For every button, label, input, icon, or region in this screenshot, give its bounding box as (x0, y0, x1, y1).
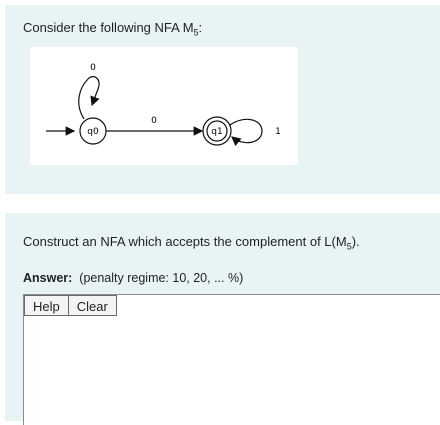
edge-q0-q1-label: 0 (151, 116, 157, 126)
clear-button[interactable]: Clear (68, 295, 117, 316)
q0-loop-label: 0 (90, 63, 96, 73)
state-q0-label: q0 (87, 127, 99, 137)
help-button[interactable]: Help (24, 295, 69, 316)
editor-toolbar: Help Clear (24, 295, 117, 316)
nfa-diagram: 0 q0 0 q1 1 (30, 47, 298, 165)
answer-editor[interactable]: Help Clear (23, 294, 440, 425)
answer-panel: Construct an NFA which accepts the compl… (5, 213, 440, 425)
construct-text-suffix: ). (351, 234, 360, 249)
answer-label: Answer: (23, 271, 73, 285)
q0-loop (78, 76, 100, 120)
q1-loop-label: 1 (275, 127, 281, 137)
question-text-main: Consider the following NFA M (23, 20, 194, 35)
q1-loop (229, 118, 263, 147)
answer-canvas[interactable] (24, 317, 440, 425)
question-text: Consider the following NFA M5: (23, 20, 202, 38)
construct-text: Construct an NFA which accepts the compl… (23, 234, 360, 252)
question-panel: Consider the following NFA M5: 0 q0 0 q1 (5, 5, 440, 194)
answer-line: Answer: (penalty regime: 10, 20, ... %) (23, 271, 243, 285)
penalty-regime: (penalty regime: 10, 20, ... %) (79, 271, 244, 285)
question-text-suffix: : (198, 20, 203, 35)
state-q1-label: q1 (211, 127, 222, 137)
construct-text-main: Construct an NFA which accepts the compl… (23, 234, 347, 249)
nfa-diagram-svg: 0 q0 0 q1 1 (46, 63, 281, 147)
